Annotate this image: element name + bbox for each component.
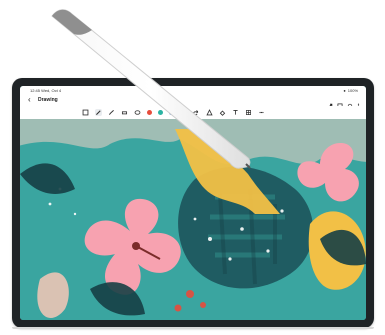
drawing-toolbar: [20, 106, 366, 120]
back-button[interactable]: ‹: [28, 95, 31, 105]
wifi-icon: ●: [343, 87, 346, 93]
lasso-icon[interactable]: [134, 109, 141, 116]
battery-percent: 100%: [347, 87, 358, 93]
eraser-icon[interactable]: [121, 109, 128, 116]
pen-icon[interactable]: [95, 109, 102, 116]
drawing-canvas[interactable]: [20, 119, 366, 320]
tool-row: [82, 109, 265, 116]
grid-icon[interactable]: [245, 109, 252, 116]
tablet-bottom-edge: [12, 327, 374, 329]
color-swatch-teal[interactable]: [158, 110, 163, 115]
color-swatch-blue[interactable]: [169, 110, 174, 115]
undo-icon[interactable]: [180, 109, 187, 116]
page-title: Drawing: [38, 97, 58, 103]
brush-icon[interactable]: [108, 109, 115, 116]
redo-icon[interactable]: [193, 109, 200, 116]
layers-icon[interactable]: [82, 109, 89, 116]
color-swatch-red[interactable]: [147, 110, 152, 115]
app-bar: ‹ Drawing: [20, 94, 366, 109]
tablet-screen: 12:45 Wed, Oct 4 ● 100% ‹ Drawing: [20, 86, 366, 320]
fill-icon[interactable]: [219, 109, 226, 116]
text-icon[interactable]: [232, 109, 239, 116]
shape-icon[interactable]: [206, 109, 213, 116]
status-right: ● 100%: [343, 88, 358, 93]
status-time: 12:45 Wed, Oct 4: [30, 87, 62, 93]
more-icon[interactable]: [258, 109, 265, 116]
status-bar: 12:45 Wed, Oct 4 ● 100%: [20, 86, 366, 94]
